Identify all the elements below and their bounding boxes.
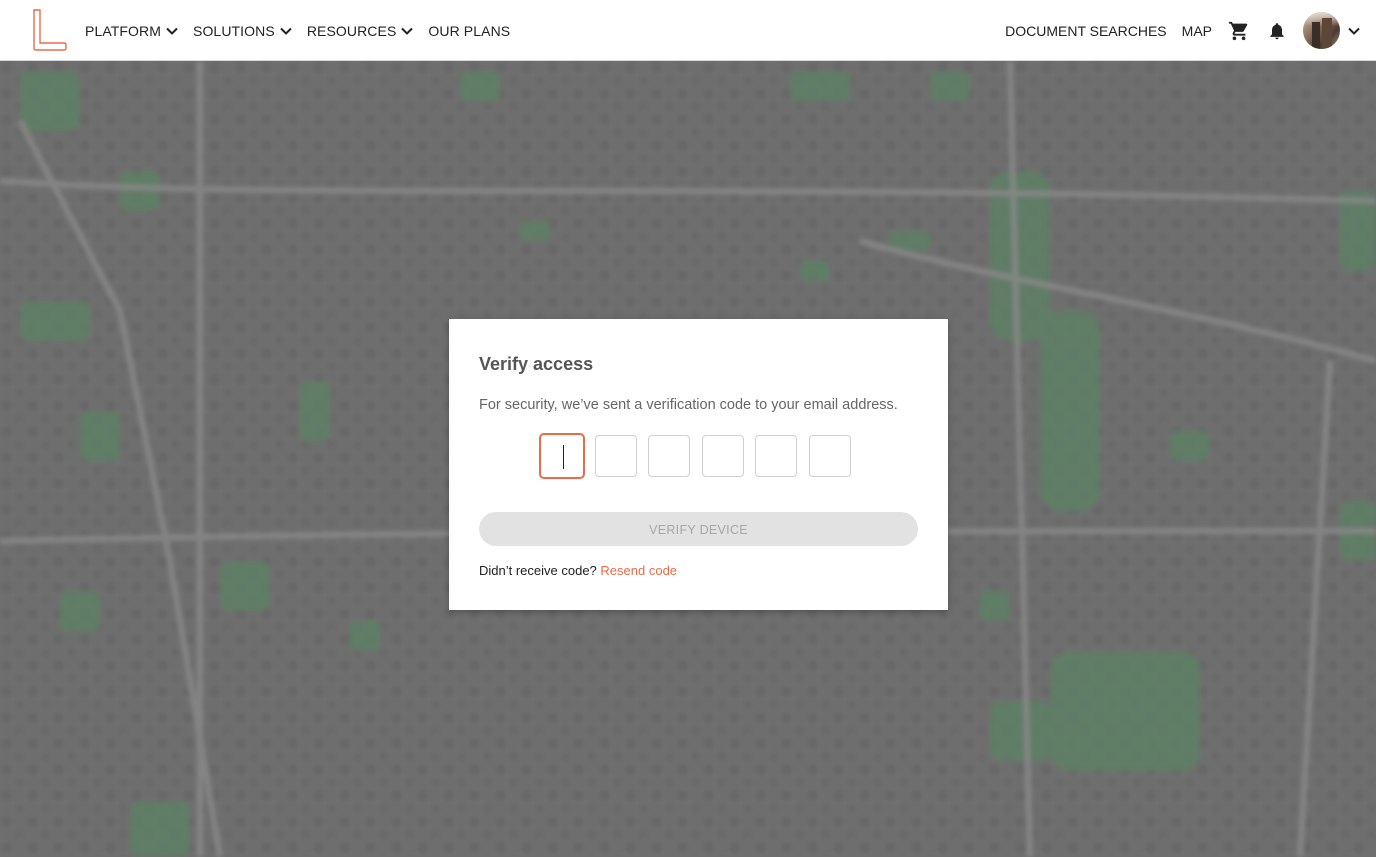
avatar[interactable]: [1303, 12, 1340, 49]
primary-nav: PLATFORM SOLUTIONS RESOURCES OUR PLANS: [85, 0, 524, 61]
resend-code-link[interactable]: Resend code: [600, 563, 677, 578]
verification-code-inputs: [539, 433, 851, 479]
code-digit-4[interactable]: [701, 435, 744, 477]
verify-access-dialog: Verify access For security, we’ve sent a…: [449, 319, 948, 610]
nav-our-plans[interactable]: OUR PLANS: [428, 23, 510, 39]
resend-row: Didn’t receive code? Resend code: [479, 563, 677, 578]
nav-our-plans-label: OUR PLANS: [428, 22, 511, 39]
code-digit-5[interactable]: [755, 435, 798, 477]
cart-button[interactable]: [1227, 19, 1251, 43]
secondary-nav: DOCUMENT SEARCHES MAP: [1005, 0, 1362, 61]
notifications-button[interactable]: [1265, 19, 1289, 43]
nav-platform[interactable]: PLATFORM: [85, 23, 179, 39]
nav-solutions-label: SOLUTIONS: [193, 22, 275, 39]
dialog-title: Verify access: [479, 354, 594, 374]
top-nav-bar: PLATFORM SOLUTIONS RESOURCES OUR PLANS D…: [0, 0, 1376, 61]
code-digit-2[interactable]: [594, 435, 637, 477]
code-digit-3[interactable]: [648, 435, 691, 477]
verify-device-button[interactable]: VERIFY DEVICE: [479, 512, 918, 546]
logo-icon[interactable]: [32, 9, 68, 51]
code-digit-6[interactable]: [808, 435, 851, 477]
nav-solutions[interactable]: SOLUTIONS: [193, 23, 293, 39]
chevron-down-icon: [280, 27, 292, 35]
chevron-down-icon: [401, 27, 414, 35]
text-caret: [563, 445, 564, 469]
dialog-description: For security, we’ve sent a verification …: [479, 397, 898, 413]
nav-document-searches[interactable]: DOCUMENT SEARCHES: [1005, 23, 1167, 39]
bell-icon: [1270, 22, 1284, 39]
nav-resources[interactable]: RESOURCES: [307, 23, 415, 39]
resend-prompt: Didn’t receive code?: [479, 563, 597, 578]
nav-platform-label: PLATFORM: [85, 22, 161, 39]
nav-map[interactable]: MAP: [1182, 23, 1212, 39]
cart-icon: [1228, 21, 1248, 40]
code-digit-1[interactable]: [539, 433, 585, 479]
chevron-down-icon: [166, 27, 178, 35]
nav-resources-label: RESOURCES: [306, 22, 397, 39]
chevron-down-icon[interactable]: [1346, 23, 1362, 39]
